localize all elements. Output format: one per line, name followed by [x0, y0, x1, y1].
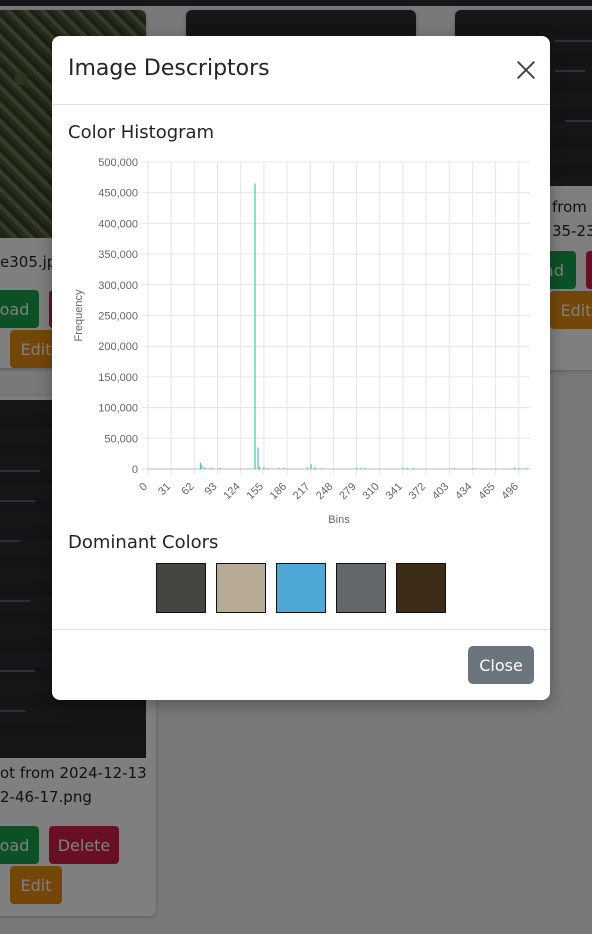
histogram-bar: [513, 467, 516, 469]
histogram-bar: [402, 467, 404, 469]
histogram-bar: [201, 465, 203, 469]
x-tick-label: 403: [430, 481, 451, 502]
y-tick-label: 450,000: [98, 188, 138, 200]
x-tick-label: 217: [291, 481, 312, 502]
y-axis-title: Frequency: [73, 289, 85, 341]
dominant-color-swatch: [156, 563, 206, 613]
histogram-bar: [525, 468, 527, 469]
histogram-bar: [263, 467, 265, 469]
x-tick-label: 62: [179, 481, 196, 498]
y-tick-label: 100,000: [98, 403, 138, 415]
x-tick-label: 372: [407, 481, 428, 502]
y-tick-label: 50,000: [104, 433, 138, 445]
x-tick-label: 31: [156, 481, 173, 498]
histogram-bar: [310, 464, 312, 469]
y-tick-label: 400,000: [98, 218, 138, 230]
x-tick-label: 155: [245, 481, 266, 502]
histogram-bar: [321, 468, 323, 469]
histogram-bar: [219, 467, 221, 469]
x-tick-label: 248: [314, 481, 335, 502]
histogram-bar: [211, 467, 213, 469]
y-tick-label: 0: [132, 464, 138, 476]
dominant-color-swatch: [396, 563, 446, 613]
histogram-bar: [453, 468, 456, 469]
dominant-color-swatch: [216, 563, 266, 613]
y-tick-label: 250,000: [98, 311, 138, 323]
y-tick-label: 350,000: [98, 249, 138, 261]
x-tick-label: 186: [268, 481, 289, 502]
histogram-bar: [306, 467, 308, 469]
image-descriptors-modal: Image Descriptors Color Histogram 0 50,00…: [52, 36, 550, 700]
y-tick-label: 150,000: [98, 372, 138, 384]
histogram-bar: [199, 462, 202, 469]
x-tick-label: 93: [202, 481, 219, 498]
histogram-bar: [519, 468, 521, 469]
header-divider: [52, 104, 550, 105]
modal-title: Image Descriptors: [68, 56, 270, 81]
footer-divider: [52, 629, 550, 630]
x-tick-label: 124: [221, 481, 242, 502]
x-tick-label: 496: [499, 481, 520, 502]
color-histogram-heading: Color Histogram: [68, 122, 215, 143]
histogram-bar: [278, 467, 280, 469]
color-histogram-chart: 0 50,000 100,000 150,000 200,000 250,000 300,0…: [73, 157, 530, 526]
x-tick-label: 465: [476, 481, 497, 502]
histogram-bar: [364, 468, 366, 469]
histogram-bar: [254, 183, 256, 470]
close-icon[interactable]: [514, 58, 538, 82]
x-tick-label: 310: [360, 481, 381, 502]
histogram-bar: [204, 467, 206, 469]
dominant-color-swatch: [336, 563, 386, 613]
close-button[interactable]: Close: [468, 646, 534, 684]
histogram-bar: [356, 467, 358, 469]
x-tick-label: 279: [337, 481, 358, 502]
y-tick-label: 300,000: [98, 280, 138, 292]
y-tick-label: 500,000: [98, 157, 138, 169]
histogram-bar: [314, 467, 316, 469]
dominant-color-swatch: [276, 563, 326, 613]
histogram-bar: [258, 466, 261, 469]
x-tick-label: 341: [384, 481, 405, 502]
histogram-bar: [406, 467, 409, 469]
x-axis-title: Bins: [328, 514, 350, 526]
histogram-bar: [360, 467, 362, 469]
y-tick-label: 200,000: [98, 341, 138, 353]
histogram-bar: [267, 467, 269, 469]
histogram-bar: [472, 468, 474, 469]
histogram-bar: [282, 468, 285, 469]
x-tick-label: 0: [137, 481, 150, 494]
dominant-colors-heading: Dominant Colors: [68, 532, 219, 553]
histogram-bar: [257, 447, 259, 469]
histogram-bar: [412, 468, 415, 469]
x-tick-label: 434: [453, 481, 474, 502]
